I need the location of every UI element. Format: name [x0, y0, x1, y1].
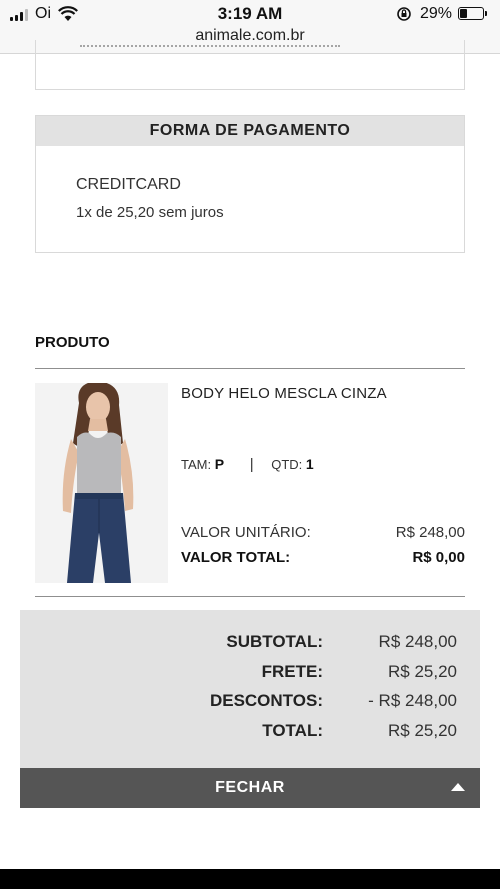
unit-price-value: R$ 248,00 — [395, 524, 465, 541]
size-label: TAM: — [181, 457, 212, 472]
item-total-label: VALOR TOTAL: — [181, 549, 291, 566]
bottom-edge — [0, 869, 500, 889]
battery-tip — [485, 11, 487, 16]
size-qty-row: TAM: P | QTD: 1 — [181, 456, 314, 473]
product-section-title: PRODUTO — [35, 334, 110, 351]
chevron-up-icon — [451, 783, 465, 791]
summary-row-frete: FRETE: R$ 25,20 — [20, 662, 480, 692]
product-name[interactable]: BODY HELO MESCLA CINZA — [181, 385, 387, 402]
close-button-label: FECHAR — [215, 779, 285, 796]
qty-value: 1 — [305, 456, 314, 472]
rotation-lock-icon — [397, 7, 411, 21]
separator: | — [249, 456, 254, 473]
total-value: R$ 25,20 — [388, 721, 457, 740]
unit-price-label: VALOR UNITÁRIO: — [181, 524, 311, 541]
subtotal-label: SUBTOTAL: — [226, 632, 323, 651]
product-image[interactable] — [35, 383, 168, 583]
qty-label: QTD: — [271, 457, 303, 472]
battery-percent: 29% — [420, 5, 453, 22]
divider — [35, 368, 465, 369]
product-photo — [35, 383, 168, 583]
order-summary: SUBTOTAL: R$ 248,00 FRETE: R$ 25,20 DESC… — [20, 610, 480, 768]
payment-section: FORMA DE PAGAMENTO CREDITCARD 1x de 25,2… — [35, 115, 465, 253]
payment-installments: 1x de 25,20 sem juros — [76, 204, 224, 221]
discount-value: - R$ 248,00 — [368, 691, 457, 710]
close-button[interactable]: FECHAR — [20, 768, 480, 808]
shipping-value: R$ 25,20 — [388, 662, 457, 681]
size-value: P — [214, 456, 225, 472]
battery-icon — [458, 7, 484, 20]
summary-row-total: TOTAL: R$ 25,20 — [20, 721, 480, 751]
shipping-label: FRETE: — [261, 662, 323, 681]
item-total-value: R$ 0,00 — [412, 549, 465, 566]
previous-section-text — [80, 45, 340, 49]
status-bar: Oi 3:19 AM 29% — [0, 0, 500, 28]
summary-row-descontos: DESCONTOS: - R$ 248,00 — [20, 691, 480, 721]
payment-method: CREDITCARD — [76, 176, 181, 193]
divider — [35, 596, 465, 597]
payment-header: FORMA DE PAGAMENTO — [36, 116, 464, 146]
total-label: TOTAL: — [262, 721, 323, 740]
discount-label: DESCONTOS: — [209, 691, 323, 710]
summary-row-subtotal: SUBTOTAL: R$ 248,00 — [20, 632, 480, 662]
subtotal-value: R$ 248,00 — [378, 632, 457, 651]
